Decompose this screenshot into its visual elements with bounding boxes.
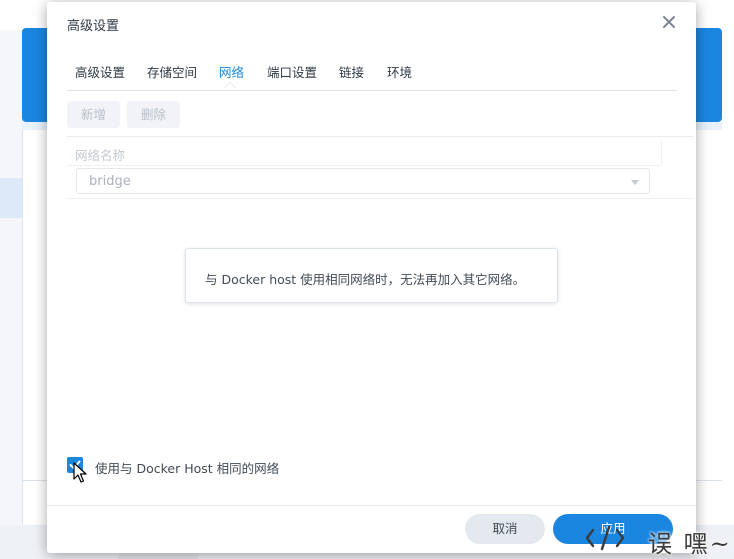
footer-divider	[47, 505, 696, 506]
close-icon[interactable]	[661, 14, 677, 30]
background-sidebar	[0, 30, 23, 559]
active-tab-caret	[224, 82, 236, 88]
watermark: 误 嘿~	[584, 520, 734, 559]
add-button[interactable]: 新增	[67, 101, 121, 128]
chevron-down-icon	[631, 180, 639, 185]
code-logo-icon	[585, 525, 625, 551]
info-message-box: 与 Docker host 使用相同网络时，无法再加入其它网络。	[185, 248, 558, 303]
tab-links[interactable]: 链接	[339, 62, 364, 81]
tab-port-settings[interactable]: 端口设置	[267, 62, 317, 81]
info-message-text: 与 Docker host 使用相同网络时，无法再加入其它网络。	[205, 272, 526, 287]
tab-network[interactable]: 网络	[219, 62, 244, 81]
tab-bar: 高级设置 存储空间 网络 端口设置 链接 环境	[67, 62, 677, 91]
dialog-title: 高级设置	[67, 19, 120, 34]
network-name-column-header: 网络名称	[75, 148, 126, 163]
tab-storage[interactable]: 存储空间	[147, 62, 197, 81]
network-select[interactable]: bridge	[76, 168, 650, 194]
use-host-network-label[interactable]: 使用与 Docker Host 相同的网络	[95, 458, 279, 477]
table-divider	[67, 198, 693, 199]
delete-button[interactable]: 删除	[127, 101, 181, 128]
network-table-header	[67, 141, 662, 166]
network-select-value: bridge	[89, 174, 131, 189]
advanced-settings-dialog: 高级设置 高级设置 存储空间 网络 端口设置 链接 环境 新增 删除 网络名称 …	[47, 2, 696, 553]
cancel-button[interactable]: 取消	[465, 514, 545, 544]
mouse-pointer-icon	[73, 462, 87, 488]
background-selected-row	[0, 178, 22, 218]
watermark-text: 误 嘿~	[648, 530, 732, 558]
tab-environment[interactable]: 环境	[387, 62, 412, 81]
tab-advanced-settings[interactable]: 高级设置	[75, 62, 125, 81]
table-divider	[67, 136, 693, 137]
